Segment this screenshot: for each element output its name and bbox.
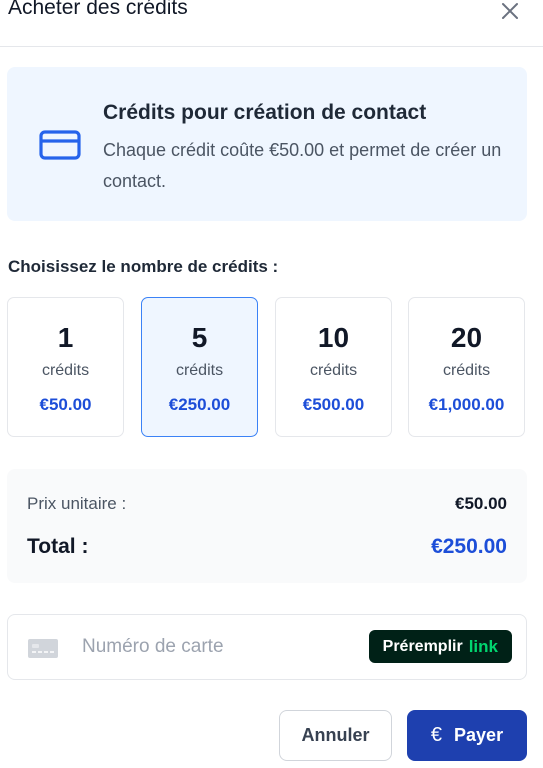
euro-icon: € <box>430 724 443 746</box>
purchase-credits-modal: Acheter des crédits Crédits pour créatio… <box>0 0 543 768</box>
price-summary: Prix unitaire : €50.00 Total : €250.00 <box>7 469 527 583</box>
option-price: €500.00 <box>302 395 365 414</box>
option-price: €1,000.00 <box>428 395 505 414</box>
option-unit: crédits <box>175 362 224 379</box>
card-number-input[interactable] <box>82 633 342 661</box>
option-count: 5 <box>191 322 208 353</box>
link-logo: link <box>468 636 498 656</box>
choose-credits-label: Choisissez le nombre de crédits : <box>8 257 279 276</box>
option-unit: crédits <box>442 362 491 379</box>
credit-options: 1 crédits €50.00 5 crédits €250.00 10 cr… <box>7 297 527 439</box>
card-number-field[interactable]: Préremplir link <box>7 614 527 680</box>
total-label: Total : <box>27 535 89 558</box>
cancel-button[interactable]: Annuler <box>279 710 392 761</box>
prefill-label: Préremplir <box>382 637 463 655</box>
credit-option-1[interactable]: 1 crédits €50.00 <box>7 297 124 437</box>
credit-info-card: Crédits pour création de contact Chaque … <box>7 67 527 221</box>
pay-label: Payer <box>454 725 504 745</box>
unit-price-value: €50.00 <box>455 494 507 513</box>
unit-price-label: Prix unitaire : <box>27 494 127 513</box>
generic-card-icon <box>28 639 58 658</box>
pay-button[interactable]: € Payer <box>407 710 527 761</box>
credit-option-20[interactable]: 20 crédits €1,000.00 <box>408 297 525 437</box>
option-unit: crédits <box>309 362 358 379</box>
credit-option-10[interactable]: 10 crédits €500.00 <box>275 297 392 437</box>
credit-card-icon <box>39 129 81 161</box>
option-price: €250.00 <box>168 395 231 414</box>
link-prefill-button[interactable]: Préremplir link <box>368 630 512 663</box>
close-icon[interactable] <box>499 0 521 22</box>
option-unit: crédits <box>41 362 90 379</box>
total-value: €250.00 <box>431 535 507 558</box>
credit-option-5[interactable]: 5 crédits €250.00 <box>141 297 258 437</box>
option-price: €50.00 <box>39 395 92 414</box>
option-count: 1 <box>57 322 74 353</box>
info-description: Chaque crédit coûte €50.00 et permet de … <box>103 140 502 191</box>
option-count: 20 <box>450 322 483 353</box>
modal-header: Acheter des crédits <box>0 0 543 47</box>
option-count: 10 <box>317 322 350 353</box>
info-title: Crédits pour création de contact <box>103 101 427 124</box>
modal-title: Acheter des crédits <box>8 0 188 19</box>
